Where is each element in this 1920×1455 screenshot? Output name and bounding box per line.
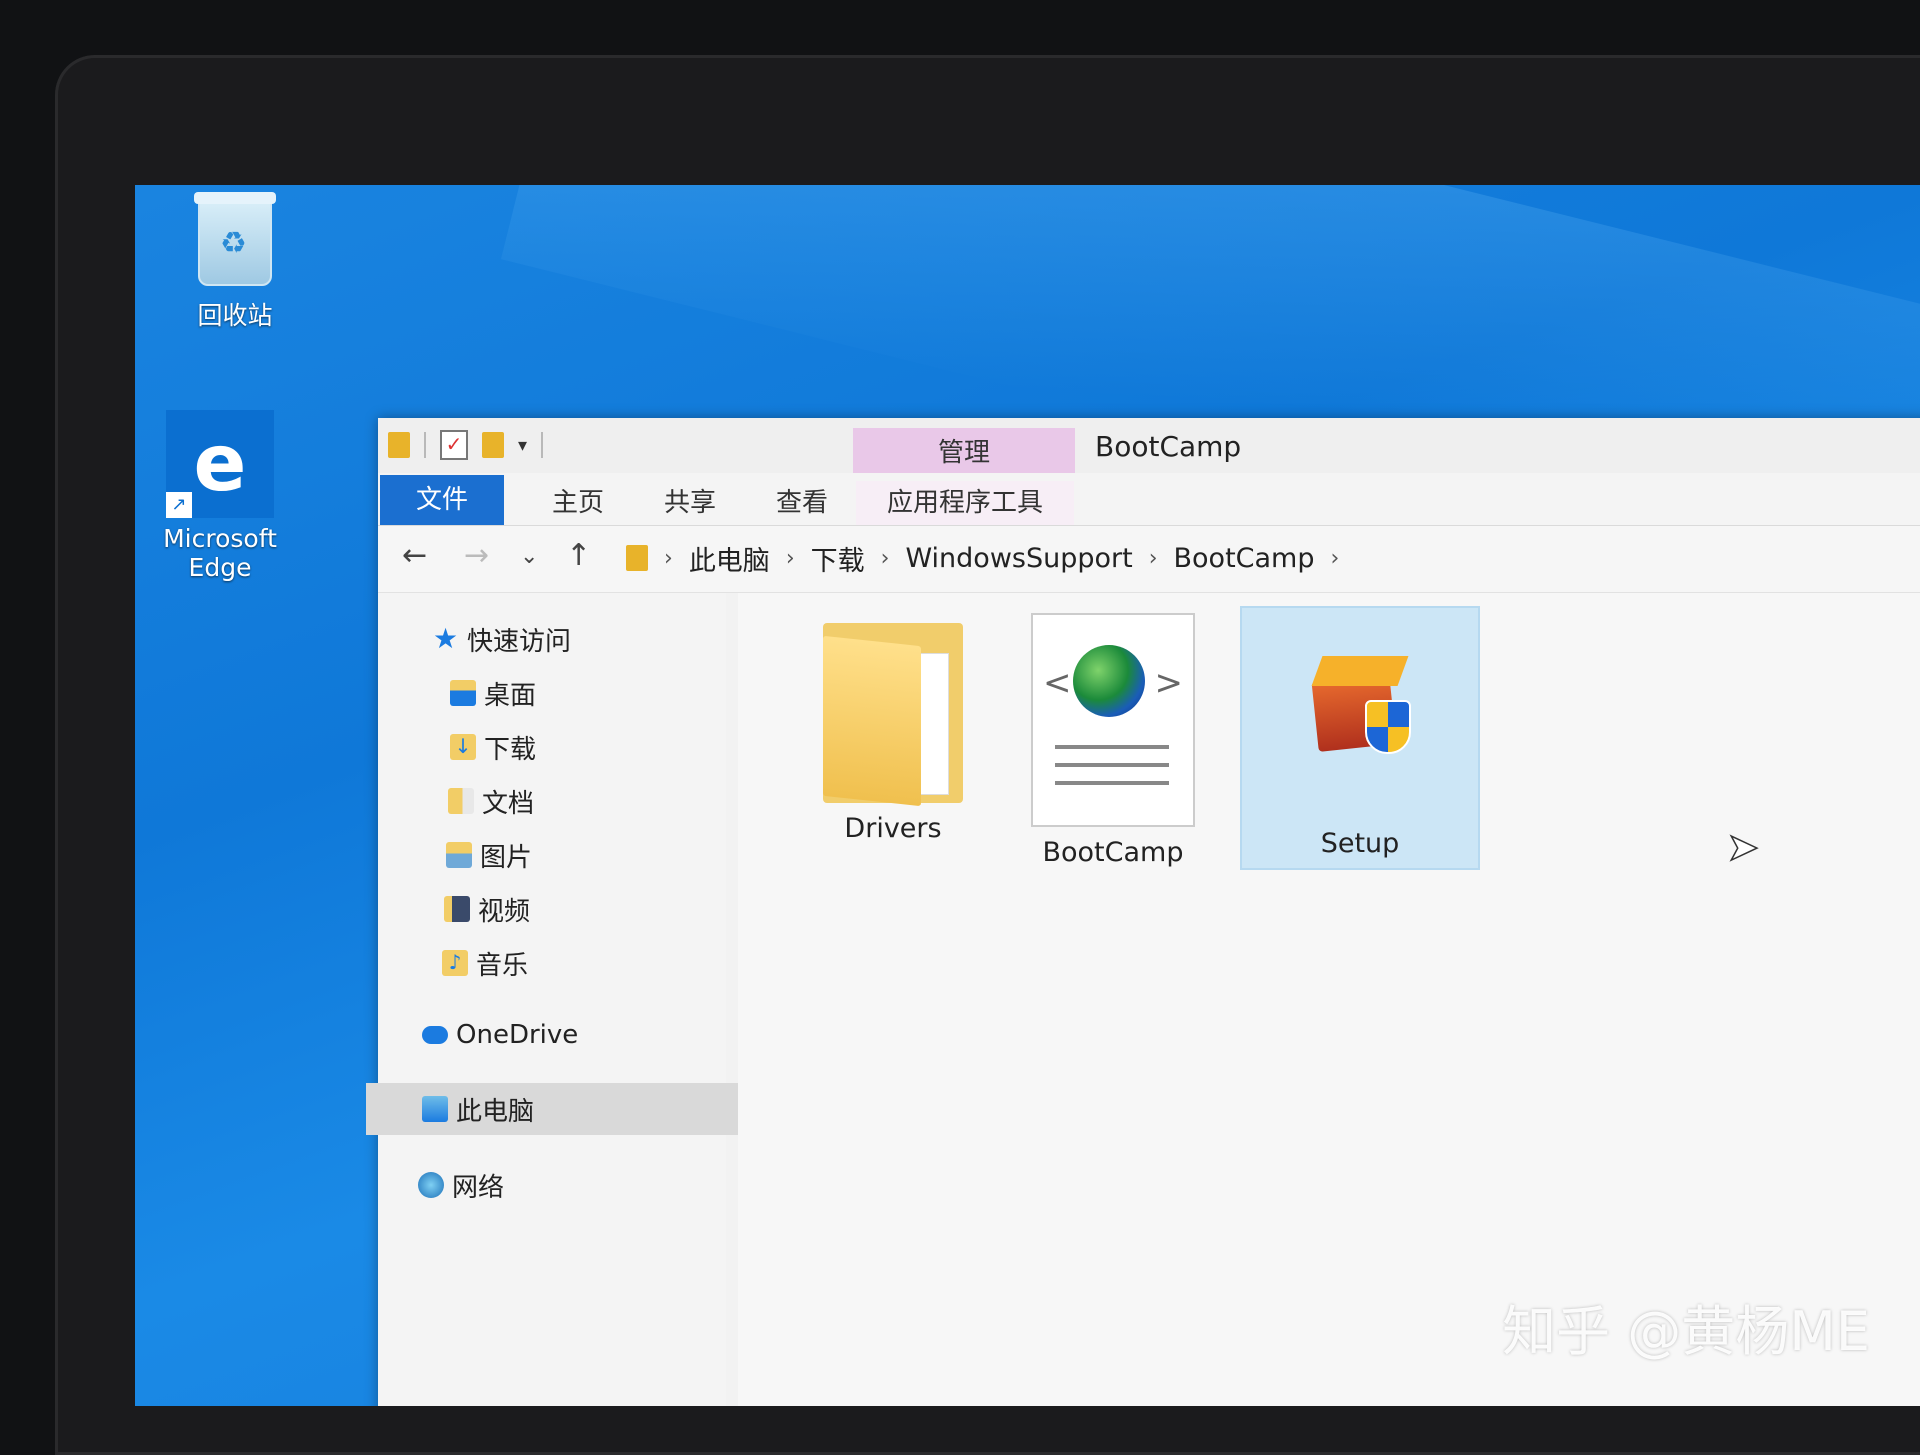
nav-label: 视频 (478, 896, 531, 927)
watermark: 知乎 @黄杨ME (1502, 1300, 1870, 1363)
nav-label: 文档 (482, 788, 535, 819)
videos-folder-icon (444, 896, 470, 922)
nav-item-documents[interactable]: 文档 📌 (378, 775, 796, 827)
globe-icon (1073, 645, 1145, 717)
folder-icon (823, 623, 963, 807)
chevron-right-icon[interactable]: › (1149, 546, 1158, 571)
edge-icon: e ↗ (166, 410, 274, 518)
nav-label: 图片 (480, 842, 533, 873)
file-name: Setup (1320, 828, 1400, 859)
recent-locations-chevron-icon[interactable]: ⌄ (520, 544, 538, 569)
tab-home[interactable]: 主页 (528, 481, 628, 525)
star-icon: ★ (433, 622, 459, 655)
nav-onedrive[interactable]: OneDrive (378, 1009, 770, 1061)
up-arrow-icon[interactable]: ↑ (566, 538, 591, 573)
folder-icon (626, 545, 648, 571)
file-list: Drivers < > BootCamp Setup (738, 593, 1920, 1406)
nav-label: OneDrive (456, 1020, 579, 1050)
pictures-folder-icon (446, 842, 472, 868)
file-name: BootCamp (1042, 837, 1184, 868)
chevron-right-icon[interactable]: › (1331, 546, 1340, 571)
tab-share[interactable]: 共享 (640, 481, 740, 525)
chevron-right-icon[interactable]: › (786, 546, 795, 571)
breadcrumb-this-pc[interactable]: 此电脑 (689, 539, 770, 578)
cloud-icon (422, 1026, 448, 1044)
nav-label: 桌面 (484, 680, 537, 711)
quick-access-toolbar: ✓ ▾ (388, 430, 544, 460)
nav-item-desktop[interactable]: 桌面 📌 (378, 667, 798, 719)
nav-network[interactable]: 网络 (378, 1159, 766, 1211)
back-arrow-icon[interactable]: ← (402, 538, 427, 573)
nav-quick-access[interactable]: ★ 快速访问 (378, 613, 781, 665)
desktop-folder-icon (450, 680, 476, 706)
nav-label: 此电脑 (456, 1096, 535, 1127)
breadcrumb-downloads[interactable]: 下载 (811, 539, 865, 578)
file-explorer-window: ✓ ▾ 管理 BootCamp 文件 主页 共享 查看 应用程序工具 ← → ⌄… (366, 418, 1920, 1406)
nav-item-music[interactable]: ♪ 音乐 (378, 937, 790, 989)
window-title: BootCamp (1095, 430, 1242, 463)
file-item-bootcamp-html[interactable]: < > BootCamp (1008, 613, 1218, 868)
properties-icon[interactable]: ✓ (440, 430, 468, 460)
breadcrumb[interactable]: › 此电脑 › 下载 › WindowsSupport › BootCamp › (626, 534, 1339, 582)
shortcut-arrow-icon: ↗ (166, 492, 192, 518)
forward-arrow-icon[interactable]: → (464, 538, 489, 573)
chevron-right-icon[interactable]: › (664, 546, 673, 571)
toolbar-separator (424, 432, 426, 458)
html-document-icon: < > (1031, 613, 1195, 827)
tab-view[interactable]: 查看 (752, 481, 852, 525)
navigation-pane: ★ 快速访问 桌面 📌 ↓ 下载 📌 文档 📌 图片 📌 (366, 593, 778, 1406)
title-bar: ✓ ▾ 管理 BootCamp (378, 418, 1920, 476)
file-item-drivers[interactable]: Drivers (788, 623, 998, 844)
breadcrumb-windowssupport[interactable]: WindowsSupport (905, 543, 1132, 574)
desktop-icon-recycle-bin[interactable]: ♻ 回收站 (165, 192, 305, 332)
folder-icon[interactable] (388, 432, 410, 458)
file-name: Drivers (844, 813, 942, 844)
installer-icon (1255, 608, 1465, 818)
tab-file[interactable]: 文件 (380, 475, 504, 525)
computer-icon (422, 1096, 448, 1122)
nav-item-videos[interactable]: 视频 (378, 883, 792, 935)
context-tab-manage[interactable]: 管理 (853, 428, 1075, 476)
network-icon (418, 1172, 444, 1198)
toolbar-separator (541, 432, 544, 458)
nav-this-pc[interactable]: 此电脑 (366, 1083, 776, 1135)
desktop-icon-label-line1: Microsoft (163, 524, 277, 553)
nav-label: 快速访问 (467, 626, 572, 657)
desktop-icon-label-line2: Edge (188, 553, 252, 582)
nav-label: 音乐 (476, 950, 529, 981)
chevron-right-icon[interactable]: › (881, 546, 890, 571)
desktop-icon-label: 回收站 (197, 301, 273, 330)
new-folder-icon[interactable] (482, 432, 504, 458)
nav-item-downloads[interactable]: ↓ 下载 📌 (378, 721, 798, 773)
mouse-pointer-icon: ➤ (1726, 824, 1759, 870)
breadcrumb-bootcamp[interactable]: BootCamp (1174, 543, 1315, 574)
address-bar-row: ← → ⌄ ↑ › 此电脑 › 下载 › WindowsSupport › Bo… (378, 526, 1920, 593)
downloads-folder-icon: ↓ (450, 734, 476, 760)
nav-item-pictures[interactable]: 图片 📌 (378, 829, 794, 881)
nav-label: 下载 (484, 734, 537, 765)
uac-shield-icon (1365, 700, 1411, 754)
tab-application-tools[interactable]: 应用程序工具 (856, 481, 1074, 525)
recycle-bin-icon: ♻ (194, 192, 276, 286)
desktop-icon-edge[interactable]: e ↗ Microsoft Edge (145, 410, 295, 582)
nav-label: 网络 (452, 1172, 505, 1203)
desktop: ♻ 回收站 e ↗ Microsoft Edge ✓ ▾ 管理 BootCamp… (135, 185, 1920, 1406)
music-folder-icon: ♪ (442, 950, 468, 976)
customize-toolbar-chevron-icon[interactable]: ▾ (518, 435, 527, 456)
documents-folder-icon (448, 788, 474, 814)
ribbon-tabs: 文件 主页 共享 查看 应用程序工具 (378, 473, 1920, 526)
file-item-setup[interactable]: Setup (1240, 606, 1480, 870)
